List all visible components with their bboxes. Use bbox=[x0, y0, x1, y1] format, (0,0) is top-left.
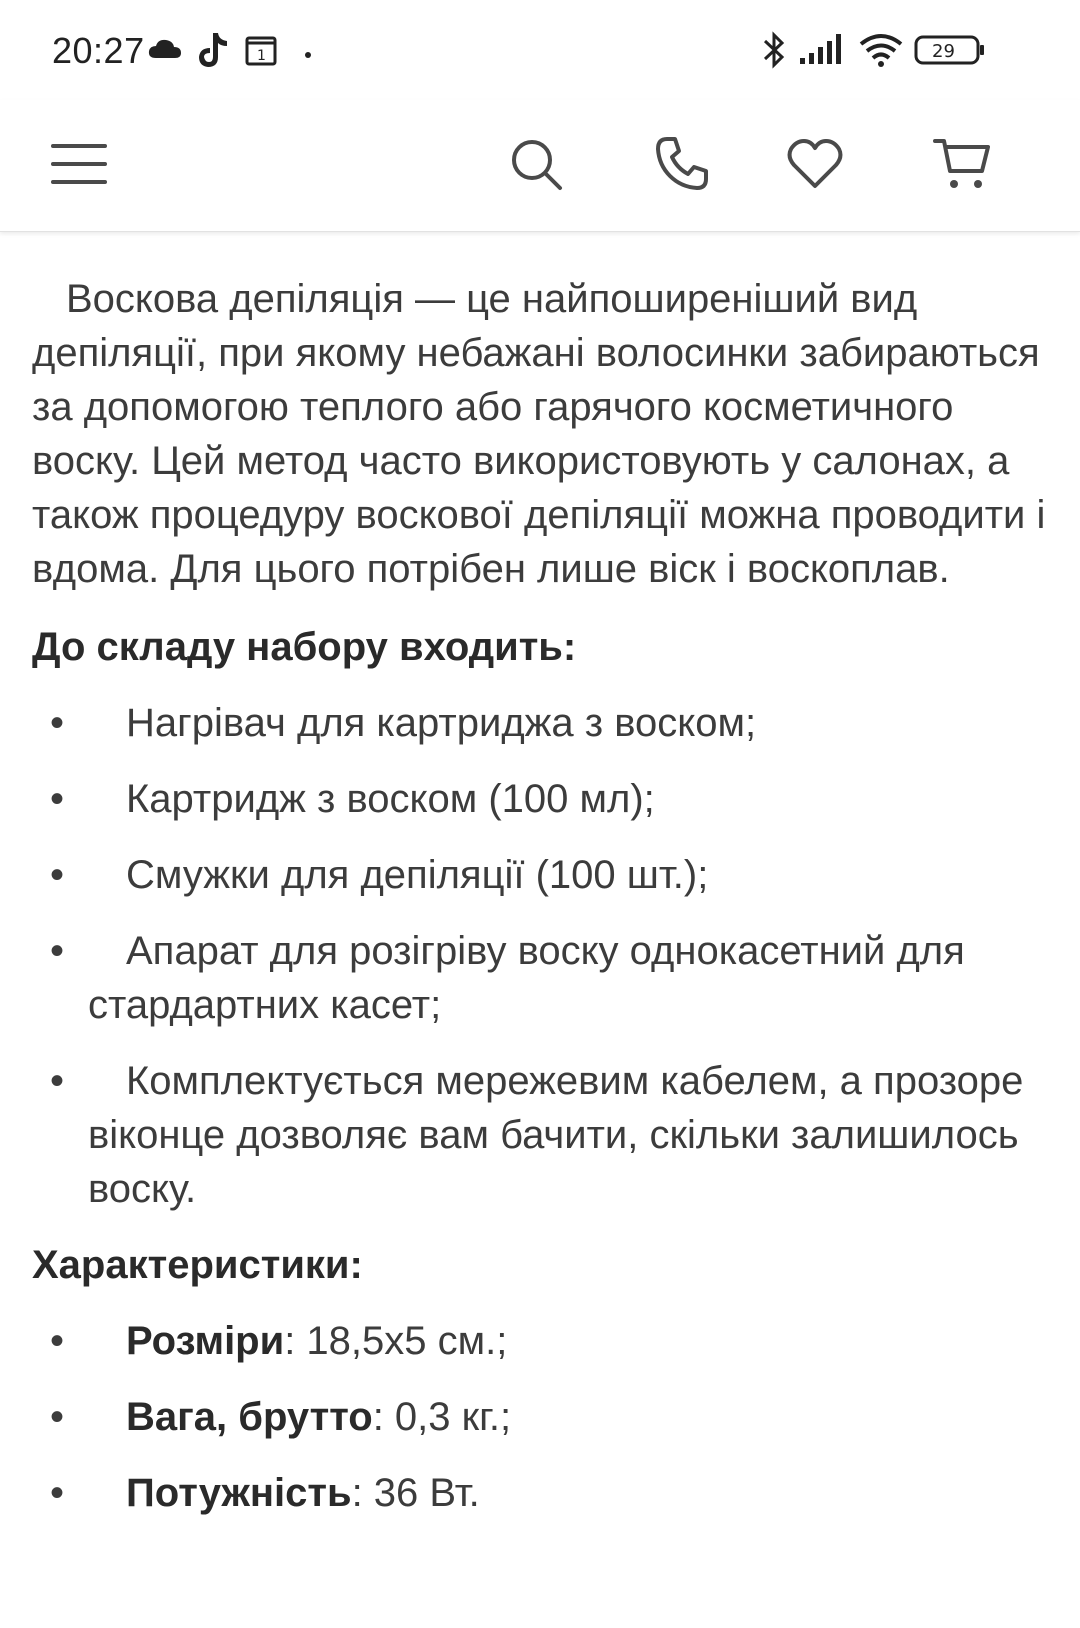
battery-icon: 29 bbox=[914, 34, 986, 71]
bullet: • bbox=[50, 1059, 65, 1103]
bullet: • bbox=[50, 1319, 65, 1363]
bullet: • bbox=[50, 1471, 65, 1515]
site-header bbox=[0, 100, 1080, 232]
list-item: • Апарат для розігріву воску однокасетний… bbox=[50, 924, 1047, 1032]
search-icon bbox=[508, 136, 564, 197]
bullet: • bbox=[50, 853, 65, 897]
spec-value: : 36 Вт. bbox=[351, 1471, 480, 1515]
calendar-icon: 1 bbox=[244, 34, 278, 71]
spec-row: • Потужність: 36 Вт. bbox=[50, 1466, 1047, 1520]
list-item-text: Нагрівач для картриджа з воском; bbox=[126, 701, 757, 745]
spec-value: : 18,5х5 см.; bbox=[284, 1319, 508, 1363]
list-item: • Нагрівач для картриджа з воском; bbox=[50, 696, 1047, 750]
cart-icon bbox=[932, 135, 992, 198]
cart-button[interactable] bbox=[926, 130, 998, 202]
dot-icon bbox=[304, 46, 312, 64]
bullet: • bbox=[50, 777, 65, 821]
svg-text:29: 29 bbox=[932, 41, 955, 62]
heart-icon bbox=[786, 138, 844, 195]
spec-label: Розміри bbox=[126, 1319, 285, 1363]
kit-section-title: До складу набору входить: bbox=[32, 625, 577, 669]
status-time: 20:27 bbox=[52, 30, 145, 71]
bullet: • bbox=[50, 1395, 65, 1439]
list-item: • Смужки для депіляції (100 шт.); bbox=[50, 848, 1047, 902]
spec-label: Потужність bbox=[126, 1471, 352, 1515]
wifi-icon bbox=[858, 32, 904, 73]
kit-list: • Нагрівач для картриджа з воском; • Картр… bbox=[32, 696, 1047, 1216]
list-item-text: Комплектується мережевим кабелем, а проз… bbox=[88, 1059, 1024, 1211]
status-bar: 20:27 1 29 bbox=[0, 0, 1080, 100]
spec-row: • Вага, брутто: 0,3 кг.; bbox=[50, 1390, 1047, 1444]
phone-button[interactable] bbox=[646, 130, 718, 202]
specs-section-title: Характеристики: bbox=[32, 1243, 363, 1287]
list-item-text: Апарат для розігріву воску однокасетний … bbox=[88, 929, 965, 1027]
signal-icon bbox=[798, 32, 846, 71]
phone-icon bbox=[653, 135, 711, 198]
search-button[interactable] bbox=[500, 130, 572, 202]
svg-text:1: 1 bbox=[257, 48, 266, 64]
spec-label: Вага, брутто bbox=[126, 1395, 373, 1439]
list-item: • Комплектується мережевим кабелем, а про… bbox=[50, 1054, 1047, 1216]
spec-row: • Розміри: 18,5х5 см.; bbox=[50, 1314, 1047, 1368]
spec-value: : 0,3 кг.; bbox=[372, 1395, 512, 1439]
bullet: • bbox=[50, 929, 65, 973]
list-item-text: Смужки для депіляції (100 шт.); bbox=[126, 853, 709, 897]
menu-button[interactable] bbox=[43, 130, 115, 202]
tiktok-icon bbox=[196, 31, 230, 74]
wishlist-button[interactable] bbox=[779, 130, 851, 202]
menu-icon bbox=[51, 142, 107, 191]
cloud-icon bbox=[148, 38, 182, 65]
intro-paragraph: Воскова депіляція — це найпоширеніший ви… bbox=[32, 277, 1046, 591]
list-item: • Картридж з воском (100 мл); bbox=[50, 772, 1047, 826]
list-item-text: Картридж з воском (100 мл); bbox=[126, 777, 655, 821]
product-description: Воскова депіляція — це найпоширеніший ви… bbox=[32, 272, 1047, 1542]
bullet: • bbox=[50, 701, 65, 745]
bluetooth-icon bbox=[762, 30, 786, 75]
specs-list: • Розміри: 18,5х5 см.; • Вага, брутто: 0,3… bbox=[32, 1314, 1047, 1520]
